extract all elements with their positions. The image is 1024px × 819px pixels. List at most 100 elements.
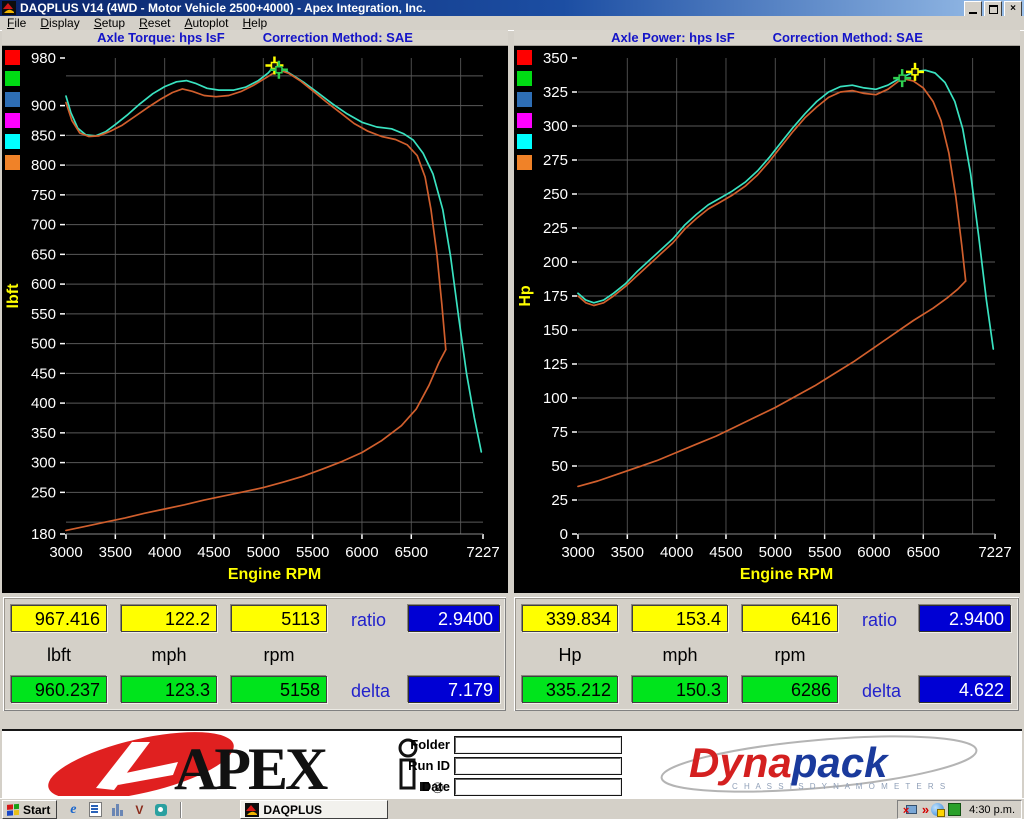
close-button[interactable]: × <box>1004 1 1022 17</box>
restore-button[interactable] <box>984 1 1002 17</box>
channel-color-swatch-1[interactable] <box>517 71 532 86</box>
channel-color-swatch-2[interactable] <box>517 92 532 107</box>
torque-readout-panel: 967.416122.25113960.237123.35158lbftmphr… <box>3 597 506 711</box>
delta-label: delta <box>862 681 901 702</box>
internet-explorer-icon[interactable]: e <box>65 802 81 818</box>
menu-bar: FileDisplaySetupResetAutoplotHelp <box>0 16 1024 31</box>
y-tick-label: 200 <box>543 254 568 271</box>
y-tick-label: 850 <box>31 127 56 144</box>
delta-value: 7.179 <box>408 676 500 703</box>
x-tick-label: 7227 <box>466 544 499 561</box>
fast-forward-icon[interactable]: » <box>922 803 927 816</box>
clock[interactable]: 4:30 p.m. <box>969 804 1015 816</box>
globe-alert-icon[interactable] <box>931 803 944 816</box>
secondary-value-rpm: 5158 <box>231 676 327 703</box>
channel-color-swatch-1[interactable] <box>5 71 20 86</box>
unit-label-lbft: lbft <box>11 645 107 666</box>
x-tick-label: 3000 <box>561 544 594 561</box>
torque-run2-orange-curve <box>66 70 446 350</box>
x-tick-label: 6000 <box>857 544 890 561</box>
y-tick-label: 500 <box>31 336 56 353</box>
y-tick-label: 75 <box>551 424 568 441</box>
x-axis-title: Engine RPM <box>740 566 833 583</box>
y-tick-label: 700 <box>31 217 56 234</box>
svg-text:Dynapack: Dynapack <box>689 739 890 786</box>
dynapack-logo: Dynapack C H A S S I S D Y N A M O M E T… <box>654 732 984 796</box>
channel-color-swatch-4[interactable] <box>5 134 20 149</box>
y-tick-label: 275 <box>543 152 568 169</box>
status-square-icon[interactable] <box>948 803 961 816</box>
ratio-value: 2.9400 <box>408 605 500 632</box>
folder-input[interactable] <box>455 737 621 753</box>
torque-plot-area[interactable]: 1802503003504004505005506006507007508008… <box>2 46 508 593</box>
compose-document-icon[interactable] <box>87 802 103 818</box>
y-tick-label: 25 <box>551 492 568 509</box>
field-label: Date <box>394 779 450 794</box>
channel-color-swatch-0[interactable] <box>517 50 532 65</box>
y-tick-label: 300 <box>31 455 56 472</box>
x-tick-label: 3500 <box>99 544 132 561</box>
channel-color-swatch-3[interactable] <box>5 113 20 128</box>
taskbar: Start e V DAQPLUS × » 4:30 p.m. <box>0 798 1024 819</box>
channels-icon[interactable] <box>109 802 125 818</box>
channel-legend <box>517 50 533 176</box>
pen-tool-icon[interactable]: V <box>131 802 147 818</box>
app-window: DAQPLUS V14 (4WD - Motor Vehicle 2500+40… <box>0 0 1024 819</box>
x-tick-label: 5000 <box>247 544 280 561</box>
menu-item-setup[interactable]: Setup <box>87 16 132 30</box>
menu-item-reset[interactable]: Reset <box>132 16 177 30</box>
x-tick-label: 6500 <box>907 544 940 561</box>
y-tick-label: 175 <box>543 288 568 305</box>
network-disconnected-icon[interactable]: × <box>904 804 918 816</box>
field-label: Folder <box>394 737 450 752</box>
channel-color-swatch-5[interactable] <box>5 155 20 170</box>
y-tick-label: 350 <box>543 50 568 67</box>
y-tick-label: 180 <box>31 526 56 543</box>
menu-item-file[interactable]: File <box>0 16 33 30</box>
x-tick-label: 4000 <box>660 544 693 561</box>
close-icon: × <box>1010 4 1016 14</box>
menu-item-display[interactable]: Display <box>33 16 86 30</box>
y-tick-label: 550 <box>31 306 56 323</box>
channel-color-swatch-3[interactable] <box>517 113 532 128</box>
taskbar-separator <box>180 802 182 818</box>
daqplus-task-button[interactable]: DAQPLUS <box>240 800 388 819</box>
menu-item-autoplot[interactable]: Autoplot <box>177 16 235 30</box>
unit-label-rpm: rpm <box>742 645 838 666</box>
messenger-icon[interactable] <box>153 802 169 818</box>
channel-color-swatch-0[interactable] <box>5 50 20 65</box>
unit-label-rpm: rpm <box>231 645 327 666</box>
channel-color-swatch-5[interactable] <box>517 155 532 170</box>
apex-wordmark: APEX <box>174 736 328 796</box>
power-plot-area[interactable]: 0255075100125150175200225250275300325350… <box>514 46 1020 593</box>
power-chart-panel: Axle Power: hps IsF Correction Method: S… <box>514 30 1020 592</box>
y-tick-label: 300 <box>543 118 568 135</box>
unit-label-mph: mph <box>632 645 728 666</box>
ratio-label: ratio <box>351 610 386 631</box>
secondary-value-rpm: 6286 <box>742 676 838 703</box>
secondary-value-Hp: 335.212 <box>522 676 618 703</box>
start-button[interactable]: Start <box>2 800 57 819</box>
channel-color-swatch-4[interactable] <box>517 134 532 149</box>
torque-rundown-orange-curve <box>66 350 446 531</box>
secondary-value-mph: 150.3 <box>632 676 728 703</box>
y-tick-label: 250 <box>31 484 56 501</box>
torque-chart-header: Axle Torque: hps IsF Correction Method: … <box>2 30 508 46</box>
task-button-label: DAQPLUS <box>263 803 322 817</box>
windows-logo-icon <box>6 803 20 816</box>
window-title: DAQPLUS V14 (4WD - Motor Vehicle 2500+40… <box>20 1 426 15</box>
primary-value-rpm: 5113 <box>231 605 327 632</box>
field-row-date: Date <box>394 778 621 795</box>
dynapack-tagline: C H A S S I S D Y N A M O M E T E R S <box>732 782 947 791</box>
y-tick-label: 450 <box>31 365 56 382</box>
y-tick-label: 900 <box>31 98 56 115</box>
y-tick-label: 0 <box>560 526 568 543</box>
primary-value-mph: 153.4 <box>632 605 728 632</box>
date-input[interactable] <box>455 779 621 795</box>
run-id-input[interactable] <box>455 758 621 774</box>
field-label: Run ID <box>394 758 450 773</box>
y-axis-title: lbft <box>5 283 22 309</box>
minimize-button[interactable] <box>964 1 982 17</box>
channel-color-swatch-2[interactable] <box>5 92 20 107</box>
menu-item-help[interactable]: Help <box>236 16 275 30</box>
